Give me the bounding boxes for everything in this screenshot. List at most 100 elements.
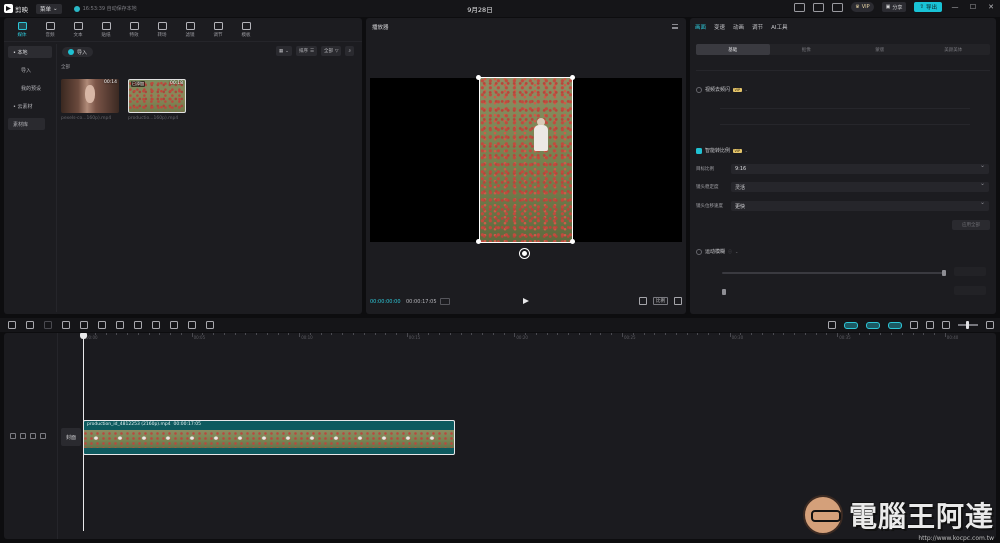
export-button[interactable]: ⇧ 导出: [914, 2, 942, 12]
tab-adjust[interactable]: 调节: [204, 18, 232, 41]
sidebar-item-local[interactable]: • 本地: [8, 46, 52, 58]
time-ruler[interactable]: 00:00 00:05 00:10 00:15 00:20 00:25 00:30 00:35…: [84, 333, 994, 343]
view-mode-button[interactable]: ▦ ⌄: [275, 46, 292, 56]
freeze-frame-icon[interactable]: [134, 321, 142, 329]
settings-icon[interactable]: [832, 2, 844, 12]
tab-audio[interactable]: 音频: [36, 18, 64, 41]
tab-text[interactable]: 文本: [64, 18, 92, 41]
video-clip[interactable]: production_id_4812253 (2160p).mp4 00:00:…: [83, 420, 455, 455]
chevron-down-icon[interactable]: ⌄: [735, 249, 738, 254]
tab-media[interactable]: 媒体: [8, 18, 36, 41]
tab-picture[interactable]: 画面: [695, 23, 706, 31]
reverse-icon[interactable]: [152, 321, 160, 329]
sidebar-item-cloud[interactable]: • 云素材: [8, 100, 52, 112]
share-button[interactable]: ▣ 分享: [881, 2, 907, 12]
preview-canvas[interactable]: [370, 75, 682, 244]
speaker-icon[interactable]: [40, 433, 46, 439]
microphone-icon[interactable]: [828, 321, 836, 329]
video-frame[interactable]: [479, 77, 573, 243]
tab-filter[interactable]: 滤镜: [176, 18, 204, 41]
target-ratio-select[interactable]: 9:16: [731, 162, 989, 174]
hamburger-menu-icon[interactable]: [672, 24, 678, 29]
select-pointer-icon[interactable]: [8, 321, 16, 329]
video-denoise-checkbox[interactable]: [696, 86, 702, 93]
linkage-icon[interactable]: [888, 321, 902, 329]
split-icon[interactable]: [62, 321, 70, 329]
ratio-button[interactable]: 比例: [653, 297, 668, 305]
cover-button[interactable]: 封面: [61, 428, 81, 446]
sidebar-item-library[interactable]: 素材库: [8, 118, 45, 130]
playhead[interactable]: [83, 333, 84, 531]
preview-axis-icon[interactable]: [910, 321, 918, 329]
import-button[interactable]: 导入: [62, 47, 94, 57]
resize-handle-bottom-right[interactable]: [570, 239, 575, 244]
tab-adjust[interactable]: 调节: [752, 23, 763, 31]
media-item-thumbnail[interactable]: 已添加 00:18: [128, 79, 186, 113]
tab-transition[interactable]: 转场: [148, 18, 176, 41]
motion-blur-checkbox[interactable]: [696, 248, 702, 255]
maximize-button[interactable]: ☐: [968, 2, 978, 12]
keyboard-shortcut-icon[interactable]: [794, 2, 806, 12]
slider-thumb[interactable]: [942, 270, 946, 276]
zoom-slider[interactable]: [958, 321, 978, 329]
ruler-minor-tick: [740, 333, 742, 335]
value-input[interactable]: [954, 267, 986, 276]
fit-screen-icon[interactable]: [639, 297, 647, 305]
delete-icon[interactable]: [116, 321, 124, 329]
subtab-cutout[interactable]: 抠像: [770, 44, 844, 55]
vip-button[interactable]: ♛ VIP: [851, 2, 874, 12]
tab-sticker[interactable]: 贴纸: [92, 18, 120, 41]
playhead-handle[interactable]: [80, 333, 87, 339]
resize-handle-top-left[interactable]: [476, 75, 481, 80]
tab-template[interactable]: 模板: [232, 18, 260, 41]
search-button[interactable]: ⌕: [345, 46, 354, 56]
redo-icon[interactable]: [44, 321, 52, 329]
sort-button[interactable]: 排序 ☰: [295, 46, 317, 56]
resolution-icon[interactable]: [440, 298, 450, 305]
subtab-basic[interactable]: 基础: [696, 44, 770, 55]
fullscreen-icon[interactable]: [674, 297, 682, 305]
track-cover-icon[interactable]: [10, 433, 16, 439]
apply-all-button[interactable]: 应用全部: [952, 220, 990, 230]
filter-all-button[interactable]: 全部 ▽: [321, 46, 342, 56]
rotate-handle-icon[interactable]: [520, 249, 529, 258]
shift-speed-select[interactable]: 更快: [731, 199, 989, 211]
undo-icon[interactable]: [26, 321, 34, 329]
media-item-thumbnail[interactable]: 00:14: [61, 79, 119, 113]
subtab-mask[interactable]: 蒙版: [843, 44, 917, 55]
split-left-icon[interactable]: [80, 321, 88, 329]
menu-button[interactable]: 菜单 ⌄: [36, 3, 62, 14]
stabilize-select[interactable]: 灵活: [731, 180, 989, 192]
tab-speed[interactable]: 变速: [714, 23, 725, 31]
main-track-magnet-icon[interactable]: [844, 321, 858, 329]
lock-icon[interactable]: [20, 433, 26, 439]
resize-handle-top-right[interactable]: [570, 75, 575, 80]
sidebar-item-import[interactable]: 导入: [8, 64, 52, 76]
crop-icon[interactable]: [206, 321, 214, 329]
rotate-icon[interactable]: [188, 321, 196, 329]
chevron-down-icon[interactable]: ⌄: [745, 148, 748, 153]
split-right-icon[interactable]: [98, 321, 106, 329]
zoom-slider-thumb[interactable]: [966, 321, 969, 329]
smart-ratio-checkbox[interactable]: [696, 147, 702, 154]
close-button[interactable]: ✕: [986, 2, 996, 12]
tab-animation[interactable]: 动画: [733, 23, 744, 31]
motion-blur-slider[interactable]: [722, 272, 944, 274]
value-input[interactable]: [954, 286, 986, 295]
slider-thumb[interactable]: [722, 289, 726, 295]
zoom-out-icon[interactable]: [942, 321, 950, 329]
auto-snap-icon[interactable]: [866, 321, 880, 329]
mirror-icon[interactable]: [170, 321, 178, 329]
minimize-button[interactable]: —: [950, 2, 960, 12]
chevron-down-icon[interactable]: ⌄: [745, 87, 748, 92]
eye-icon[interactable]: [30, 433, 36, 439]
sidebar-item-my-presets[interactable]: 我的预设: [8, 82, 52, 94]
fit-timeline-icon[interactable]: [926, 321, 934, 329]
tab-ai-tools[interactable]: AI工具: [771, 23, 787, 31]
layout-icon[interactable]: [813, 2, 825, 12]
resize-handle-bottom-left[interactable]: [476, 239, 481, 244]
play-icon[interactable]: [523, 298, 529, 304]
zoom-in-icon[interactable]: [986, 321, 994, 329]
tab-effects[interactable]: 特效: [120, 18, 148, 41]
subtab-beauty[interactable]: 美颜美体: [917, 44, 991, 55]
